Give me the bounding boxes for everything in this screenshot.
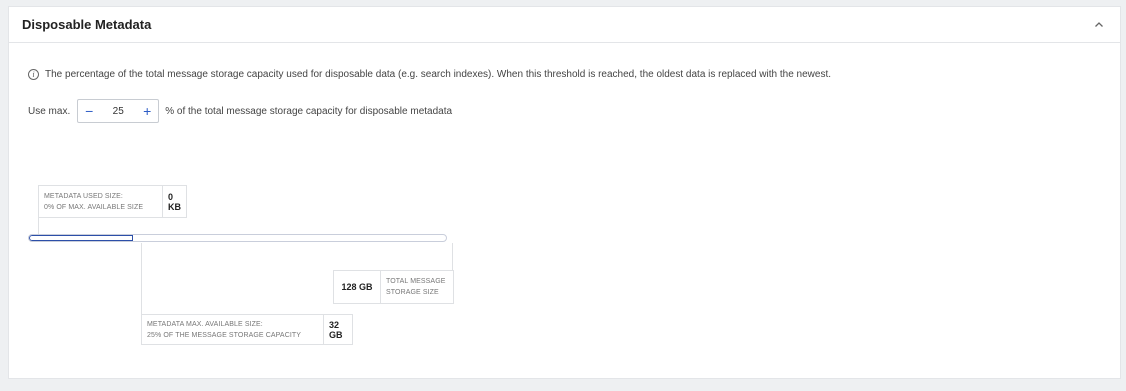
chevron-up-icon[interactable]: [1092, 18, 1106, 32]
total-storage-box: 128 GB TOTAL MESSAGE STORAGE SIZE: [333, 270, 454, 304]
decrement-button[interactable]: −: [78, 100, 100, 122]
metadata-used-size-box: METADATA USED SIZE: 0% OF MAX. AVAILABLE…: [38, 185, 187, 218]
metadata-max-size-value: 32 GB: [329, 319, 343, 340]
max-label-line1: METADATA MAX. AVAILABLE SIZE:: [147, 320, 263, 328]
max-label-line2: 25% OF THE MESSAGE STORAGE CAPACITY: [147, 331, 302, 339]
total-label-line2: STORAGE SIZE: [386, 289, 439, 296]
metadata-max-size-label: METADATA MAX. AVAILABLE SIZE: 25% OF THE…: [142, 315, 324, 344]
metadata-max-fill: [29, 235, 134, 241]
percentage-stepper[interactable]: − 25 +: [77, 99, 160, 123]
total-label-line1: TOTAL MESSAGE: [386, 278, 446, 285]
metadata-used-size-value: 0 KB: [168, 191, 181, 212]
info-description: i The percentage of the total message st…: [28, 69, 831, 80]
info-text: The percentage of the total message stor…: [45, 69, 832, 80]
info-icon: i: [28, 69, 39, 80]
percentage-input[interactable]: 25: [103, 106, 133, 117]
used-label-line1: METADATA USED SIZE:: [44, 192, 123, 200]
limit-suffix: % of the total message storage capacity …: [165, 105, 453, 117]
limit-row: Use max. − 25 + % of the total message s…: [28, 99, 452, 123]
panel-header[interactable]: Disposable Metadata: [9, 7, 1120, 43]
used-label-line2: 0% OF MAX. AVAILABLE SIZE: [44, 203, 144, 211]
total-connector-line: [452, 243, 453, 270]
limit-prefix: Use max.: [28, 105, 71, 117]
used-connector-line: [38, 218, 39, 234]
max-connector-line: [141, 243, 142, 315]
metadata-used-size-label: METADATA USED SIZE: 0% OF MAX. AVAILABLE…: [39, 186, 163, 217]
total-storage-label: TOTAL MESSAGE STORAGE SIZE: [380, 271, 453, 303]
total-storage-value: 128 GB: [341, 282, 373, 292]
panel-title: Disposable Metadata: [22, 17, 152, 32]
increment-button[interactable]: +: [136, 100, 158, 122]
metadata-max-size-box: METADATA MAX. AVAILABLE SIZE: 25% OF THE…: [141, 314, 353, 345]
storage-usage-bar: [28, 234, 447, 242]
